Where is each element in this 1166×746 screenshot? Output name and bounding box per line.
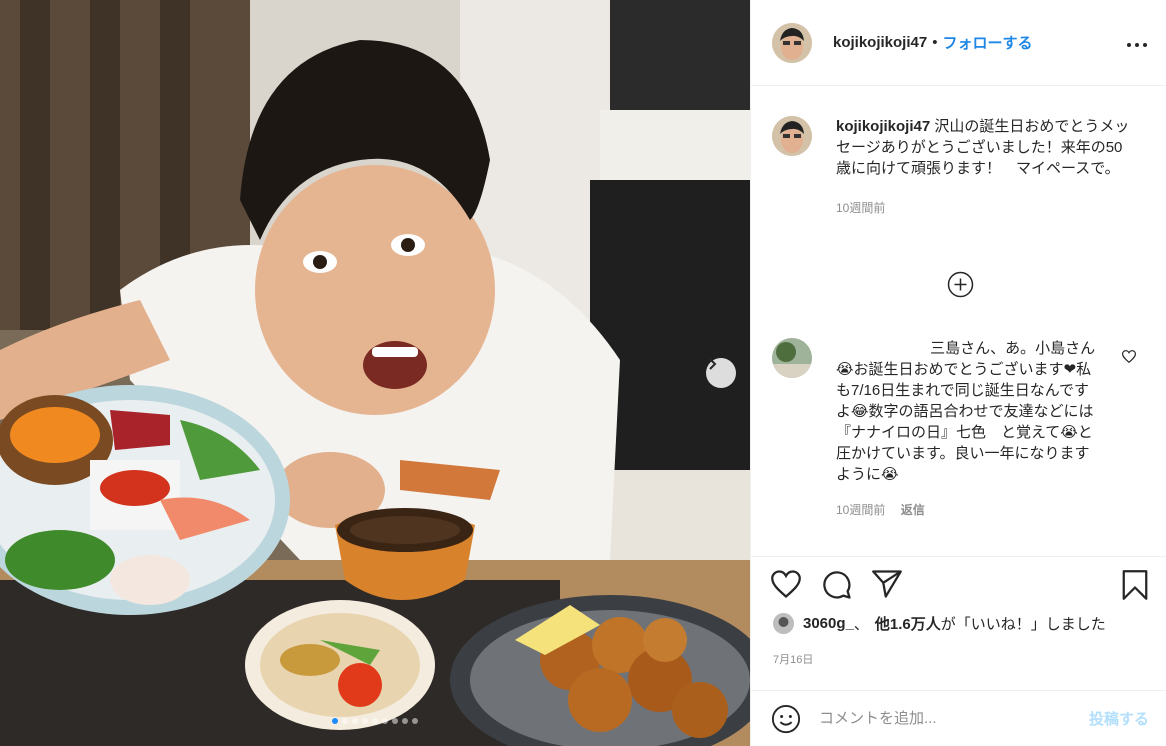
carousel-dot: [412, 718, 418, 724]
profile-photo: [772, 22, 812, 63]
carousel-dot: [332, 718, 338, 724]
likes-summary: 3060g_ 、 他1.6万人 が「いいね！」しました: [773, 613, 1106, 634]
caption-text: kojikojikoji47 沢山の誕生日おめでとうメッセージありがとうございま…: [836, 116, 1136, 179]
comment-meta: 10週間前 返信: [836, 501, 1098, 518]
carousel-dot: [342, 718, 348, 724]
carousel-dot: [352, 718, 358, 724]
carousel-dot: [402, 718, 408, 724]
avatar[interactable]: [772, 22, 812, 63]
liker-avatar[interactable]: [773, 613, 794, 634]
comment-body: 三島さん、あ。小島さん😭お誕生日おめでとうございます❤私も7/16日生まれで同じ…: [836, 340, 1096, 483]
follow-button[interactable]: フォローする: [942, 32, 1032, 53]
profile-photo: [772, 338, 812, 378]
share-icon[interactable]: [872, 570, 902, 598]
separator: •: [932, 34, 938, 51]
comments-list[interactable]: kojikojikoji47 沢山の誕生日おめでとうメッセージありがとうございま…: [751, 86, 1166, 556]
profile-photo: [772, 116, 812, 156]
plus-circle-icon[interactable]: [947, 271, 974, 298]
post-comment-button[interactable]: 投稿する: [1089, 708, 1149, 729]
comment-like-heart-icon[interactable]: [1122, 350, 1136, 363]
post-photo[interactable]: [0, 0, 750, 746]
caption-time[interactable]: 10週間前: [836, 199, 1136, 216]
caption-avatar[interactable]: [772, 116, 812, 156]
carousel-next-button[interactable]: [706, 358, 736, 388]
likes-separator: 、: [853, 616, 869, 633]
comment-text: 三島さん、あ。小島さん😭お誕生日おめでとうございます❤私も7/16日生まれで同じ…: [836, 338, 1098, 485]
likes-count[interactable]: 他1.6万人: [875, 613, 941, 634]
caption-username[interactable]: kojikojikoji47: [836, 118, 930, 135]
add-comment-bar: 投稿する: [751, 690, 1166, 746]
carousel-indicator: [0, 718, 750, 724]
comment-input[interactable]: [819, 710, 1089, 727]
carousel-dot: [362, 718, 368, 724]
comment-time[interactable]: 10週間前: [836, 503, 885, 517]
caption-row: kojikojikoji47 沢山の誕生日おめでとうメッセージありがとうございま…: [772, 116, 1136, 216]
post-date[interactable]: 7月16日: [773, 651, 813, 667]
carousel-dot: [372, 718, 378, 724]
more-icon: [1127, 43, 1147, 47]
likes-text: が「いいね！」しました: [940, 616, 1106, 633]
comment-row: 三島さん、あ。小島さん😭お誕生日おめでとうございます❤私も7/16日生まれで同じ…: [772, 338, 1098, 518]
post-actions: 3060g_ 、 他1.6万人 が「いいね！」しました 7月16日: [751, 556, 1166, 690]
carousel-dot: [382, 718, 388, 724]
carousel-dot: [392, 718, 398, 724]
post-side-panel: kojikojikoji47 • フォローする kojikojikoji47 沢…: [750, 0, 1166, 746]
post-header: kojikojikoji47 • フォローする: [751, 0, 1166, 86]
comment-icon[interactable]: [822, 570, 852, 600]
profile-photo: [773, 613, 794, 634]
emoji-icon[interactable]: [771, 704, 801, 734]
comment-avatar[interactable]: [772, 338, 812, 378]
header-username[interactable]: kojikojikoji47: [833, 34, 927, 51]
bookmark-icon[interactable]: [1122, 570, 1148, 600]
heart-icon[interactable]: [771, 570, 801, 598]
liker-username[interactable]: 3060g_: [803, 615, 854, 632]
more-options-button[interactable]: [1126, 32, 1148, 53]
chevron-right-icon: [709, 358, 717, 370]
reply-button[interactable]: 返信: [901, 503, 925, 517]
photo-illustration: [0, 0, 750, 746]
